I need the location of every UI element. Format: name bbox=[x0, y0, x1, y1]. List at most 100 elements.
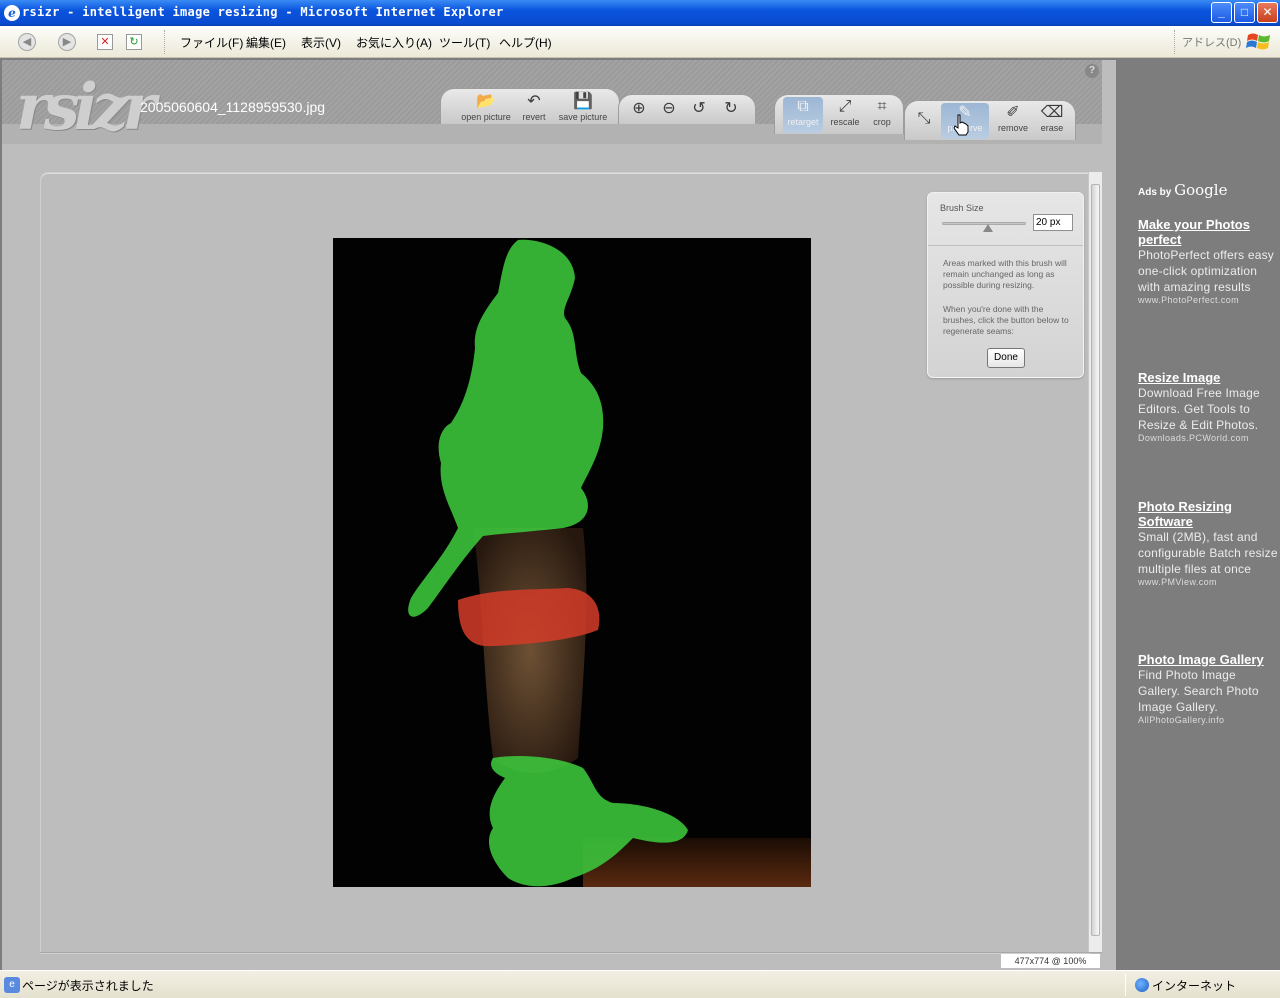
edited-photo[interactable] bbox=[333, 238, 811, 887]
rsizr-app: rsizr 2005060604_1128959530.jpg ? 📂 open… bbox=[2, 60, 1116, 970]
ads-by-google[interactable]: Ads by Google bbox=[1138, 181, 1227, 199]
zoom-out-button[interactable]: ⊖ bbox=[657, 99, 681, 119]
internet-globe-icon bbox=[1135, 978, 1149, 992]
menu-separator bbox=[164, 30, 166, 54]
back-button[interactable]: ◀ bbox=[18, 33, 36, 51]
done-button[interactable]: Done bbox=[987, 348, 1025, 368]
minimize-button[interactable]: _ bbox=[1211, 2, 1232, 23]
zoom-out-icon: ⊖ bbox=[662, 100, 676, 117]
rescale-button[interactable]: ⤢ rescale bbox=[827, 97, 863, 127]
crop-label: crop bbox=[873, 117, 891, 127]
open-picture-label: open picture bbox=[461, 112, 511, 122]
mode-toolbar: ⧉ retarget ⤢ rescale ⌗ crop bbox=[774, 94, 904, 134]
ads-sidebar: Ads by Google Make your Photos perfect P… bbox=[1116, 60, 1280, 970]
ad-body: Find Photo Image Gallery. Search Photo I… bbox=[1138, 668, 1259, 714]
file-toolbar: 📂 open picture ↶ revert 💾 save picture bbox=[440, 88, 620, 124]
ad-url[interactable]: Downloads.PCWorld.com bbox=[1138, 433, 1278, 443]
disk-icon: 💾 bbox=[573, 93, 593, 110]
save-picture-button[interactable]: 💾 save picture bbox=[555, 92, 611, 122]
zoom-in-button[interactable]: ⊕ bbox=[627, 99, 651, 119]
hand-cursor-icon bbox=[953, 114, 969, 136]
rotate-right-button[interactable]: ↻ bbox=[719, 99, 743, 119]
windows-flag-icon bbox=[1246, 33, 1270, 50]
ad-body: PhotoPerfect offers easy one-click optim… bbox=[1138, 248, 1274, 294]
security-zone: インターネット bbox=[1152, 979, 1237, 993]
open-picture-button[interactable]: 📂 open picture bbox=[457, 92, 515, 122]
menu-separator bbox=[1174, 30, 1176, 54]
maximize-button[interactable]: □ bbox=[1234, 2, 1255, 23]
ad-url[interactable]: AllPhotoGallery.info bbox=[1138, 715, 1278, 725]
folder-icon: 📂 bbox=[476, 93, 496, 110]
menu-favorites[interactable]: お気に入り(A) bbox=[356, 34, 432, 51]
panel-divider bbox=[928, 245, 1083, 246]
retarget-icon: ⧉ bbox=[797, 98, 809, 115]
google-brand: Google bbox=[1174, 181, 1228, 199]
ad-title-link[interactable]: Photo Image Gallery bbox=[1138, 652, 1278, 667]
rescale-label: rescale bbox=[830, 117, 860, 127]
retarget-label: retarget bbox=[787, 117, 819, 127]
canvas-divider bbox=[40, 952, 1102, 953]
menu-tools[interactable]: ツール(T) bbox=[439, 34, 490, 51]
status-bar: e ページが表示されました インターネット bbox=[0, 970, 1280, 998]
eraser-icon: ⌫ bbox=[1040, 104, 1064, 121]
menu-file[interactable]: ファイル(F) bbox=[180, 34, 243, 51]
ad-body: Small (2MB), fast and configurable Batch… bbox=[1138, 530, 1278, 576]
scrollbar-thumb[interactable] bbox=[1091, 184, 1100, 936]
ad-body: Download Free Image Editors. Get Tools t… bbox=[1138, 386, 1260, 432]
ad-item: Resize Image Download Free Image Editors… bbox=[1138, 370, 1278, 443]
menu-bar: ◀ ▶ ✕ ↻ ファイル(F) 編集(E) 表示(V) お気に入り(A) ツール… bbox=[0, 26, 1280, 58]
ad-url[interactable]: www.PhotoPerfect.com bbox=[1138, 295, 1278, 305]
brush-size-input[interactable]: 20 px bbox=[1033, 214, 1073, 231]
revert-button[interactable]: ↶ revert bbox=[517, 92, 551, 122]
brush-size-slider-handle[interactable] bbox=[983, 224, 994, 232]
done-instructions: When you're done with the brushes, click… bbox=[943, 304, 1069, 336]
window-titlebar[interactable]: e rsizr - intelligent image resizing - M… bbox=[0, 0, 1280, 26]
resize-arrows-button[interactable]: ⤡ bbox=[911, 109, 937, 129]
ad-item: Photo Image Gallery Find Photo Image Gal… bbox=[1138, 652, 1278, 725]
rescale-icon: ⤢ bbox=[838, 98, 852, 115]
forward-button[interactable]: ▶ bbox=[58, 33, 76, 51]
save-picture-label: save picture bbox=[558, 112, 608, 122]
remove-brush-button[interactable]: ✐ remove bbox=[993, 103, 1033, 133]
revert-label: revert bbox=[522, 112, 546, 122]
undo-arrow-icon: ↶ bbox=[527, 93, 541, 110]
refresh-button[interactable]: ↻ bbox=[126, 34, 142, 50]
close-button[interactable]: ✕ bbox=[1257, 2, 1278, 23]
ad-url[interactable]: www.PMView.com bbox=[1138, 577, 1278, 587]
ad-title-link[interactable]: Photo Resizing Software bbox=[1138, 499, 1278, 529]
menu-help[interactable]: ヘルプ(H) bbox=[499, 34, 552, 51]
ie-logo-icon: e bbox=[4, 5, 20, 21]
brush-toolbar: ⤡ ✎ preserve ✐ remove ⌫ erase bbox=[904, 100, 1076, 140]
ad-title-link[interactable]: Make your Photos perfect bbox=[1138, 217, 1278, 247]
menu-edit[interactable]: 編集(E) bbox=[246, 34, 286, 51]
file-name: 2005060604_1128959530.jpg bbox=[140, 99, 326, 115]
erase-button[interactable]: ⌫ erase bbox=[1035, 103, 1069, 133]
ad-item: Make your Photos perfect PhotoPerfect of… bbox=[1138, 217, 1278, 305]
status-divider bbox=[1125, 974, 1126, 996]
remove-brush-icon: ✐ bbox=[1006, 104, 1020, 121]
vertical-scrollbar[interactable] bbox=[1088, 172, 1102, 952]
help-icon[interactable]: ? bbox=[1085, 64, 1099, 78]
zoom-in-icon: ⊕ bbox=[632, 100, 646, 117]
crop-icon: ⌗ bbox=[877, 98, 887, 115]
ad-title-link[interactable]: Resize Image bbox=[1138, 370, 1278, 385]
image-dimensions-status: 477x774 @ 100% bbox=[1001, 954, 1100, 968]
retarget-button[interactable]: ⧉ retarget bbox=[783, 97, 823, 133]
erase-label: erase bbox=[1040, 123, 1064, 133]
view-toolbar: ⊕ ⊖ ↺ ↻ bbox=[618, 94, 756, 124]
cat-photo-with-masks bbox=[333, 238, 811, 887]
remove-label: remove bbox=[997, 123, 1028, 133]
stop-button[interactable]: ✕ bbox=[97, 34, 113, 50]
brush-options-panel: Brush Size 20 px Areas marked with this … bbox=[927, 192, 1084, 378]
preserve-description: Areas marked with this brush will remain… bbox=[943, 258, 1067, 290]
window-title: rsizr - intelligent image resizing - Mic… bbox=[22, 5, 504, 19]
address-label[interactable]: アドレス(D) bbox=[1182, 34, 1241, 50]
brush-size-label: Brush Size bbox=[940, 203, 984, 213]
status-text: ページが表示されました bbox=[22, 979, 154, 993]
crop-button[interactable]: ⌗ crop bbox=[867, 97, 897, 127]
rotate-left-button[interactable]: ↺ bbox=[687, 99, 711, 119]
menu-view[interactable]: 表示(V) bbox=[301, 34, 341, 51]
page-icon: e bbox=[4, 977, 20, 993]
ad-item: Photo Resizing Software Small (2MB), fas… bbox=[1138, 499, 1278, 587]
rotate-right-icon: ↻ bbox=[724, 100, 738, 117]
